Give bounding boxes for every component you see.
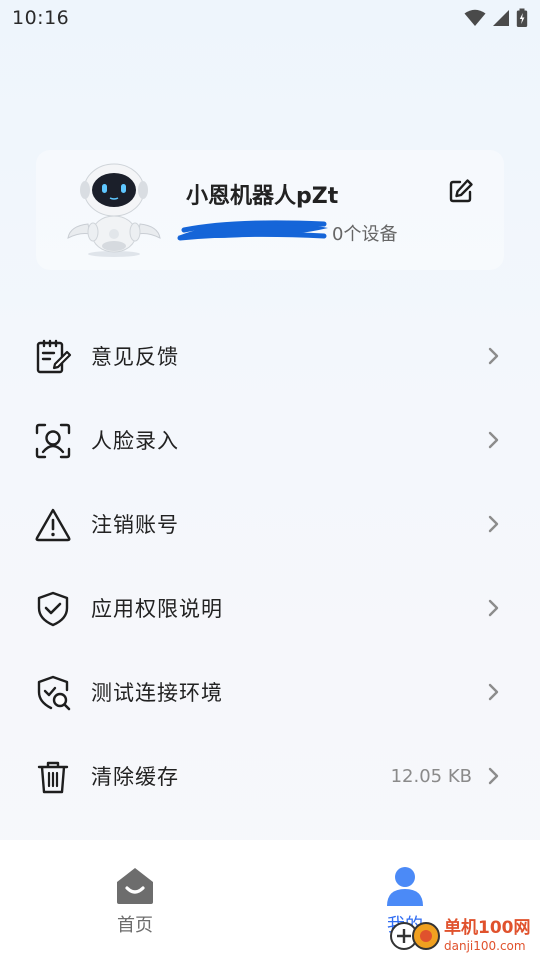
cellular-signal-icon [493, 10, 509, 26]
menu-label: 清除缓存 [91, 765, 179, 789]
person-icon [387, 867, 423, 906]
menu-label: 测试连接环境 [91, 681, 223, 705]
chevron-right-icon [488, 767, 499, 785]
menu-item-face-enroll[interactable]: 人脸录入 [0, 398, 540, 482]
redaction-scribble [177, 220, 328, 241]
menu-label: 应用权限说明 [91, 597, 223, 621]
menu-item-permissions[interactable]: 应用权限说明 [0, 566, 540, 650]
menu-label: 人脸录入 [91, 429, 179, 453]
watermark-title: 单机100网 [444, 918, 531, 938]
menu-item-delete-account[interactable]: 注销账号 [0, 482, 540, 566]
trash-icon [37, 761, 69, 794]
shield-check-icon [37, 591, 69, 627]
chevron-right-icon [488, 515, 499, 533]
tab-home[interactable]: 首页 [0, 840, 270, 960]
cache-size: 12.05 KB [390, 765, 472, 787]
device-count: 0个设备 [332, 224, 398, 245]
warning-icon [35, 508, 71, 542]
shield-search-icon [37, 675, 71, 711]
menu-label: 意见反馈 [91, 345, 179, 369]
settings-menu: 意见反馈 人脸录入 注销账号 应用权限说明 测试连接环境 清除缓存 12.05 … [0, 314, 540, 818]
edit-icon[interactable] [446, 176, 476, 206]
face-scan-icon [35, 423, 71, 459]
wifi-icon [464, 9, 486, 26]
menu-item-test-connection[interactable]: 测试连接环境 [0, 650, 540, 734]
chevron-right-icon [488, 431, 499, 449]
status-icons [464, 8, 528, 28]
status-bar: 10:16 [0, 0, 540, 36]
robot-avatar [67, 163, 161, 257]
menu-label: 注销账号 [91, 513, 179, 537]
username: 小恩机器人pZt [186, 184, 339, 209]
chevron-right-icon [488, 683, 499, 701]
feedback-icon [36, 339, 72, 374]
menu-item-clear-cache[interactable]: 清除缓存 12.05 KB [0, 734, 540, 818]
menu-item-feedback[interactable]: 意见反馈 [0, 314, 540, 398]
home-icon [117, 868, 153, 904]
tab-label: 首页 [117, 915, 153, 936]
chevron-right-icon [488, 599, 499, 617]
watermark-url: danji100.com [444, 939, 526, 953]
battery-icon [516, 8, 528, 27]
status-time: 10:16 [12, 7, 70, 29]
profile-card[interactable]: 小恩机器人pZt 0个设备 [36, 150, 504, 270]
chevron-right-icon [488, 347, 499, 365]
watermark: 单机100网 danji100.com [388, 914, 538, 958]
watermark-logo-icon [390, 922, 440, 950]
